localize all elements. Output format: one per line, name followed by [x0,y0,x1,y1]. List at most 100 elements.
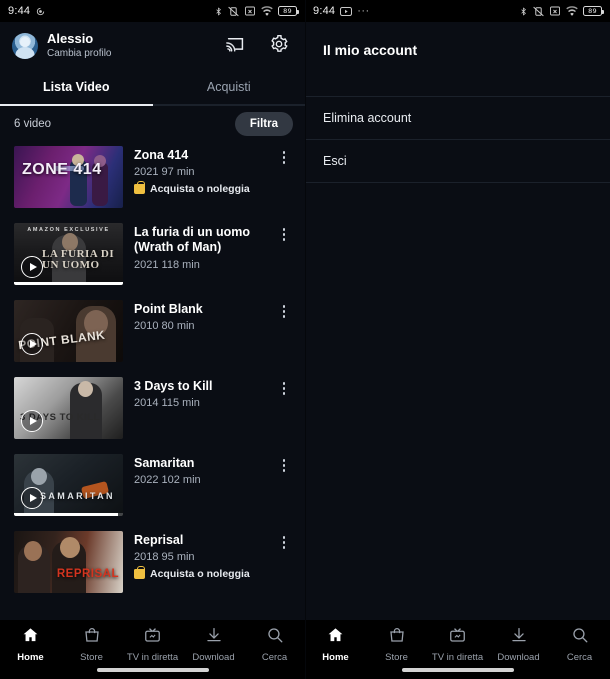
battery-level: 89 [588,6,597,15]
nav-home[interactable]: Home [0,626,61,663]
video-thumbnail[interactable]: AMAZON EXCLUSIVE LA FURIA DI UN UOMO [14,223,123,285]
overflow-menu-button[interactable] [275,377,293,395]
overflow-dots-icon: ··· [357,5,370,17]
no-sim-icon [549,5,561,17]
offer-badge: Acquista o noleggia [134,566,264,580]
library-tabs: Lista Video Acquisti [0,70,305,104]
video-subtitle: 2018 95 min [134,551,195,564]
status-time: 9:44 [313,5,336,17]
change-profile-label[interactable]: Cambia profilo [47,48,111,60]
list-item[interactable]: 3 DAYS TO KILL 3 Days to Kill 2014 115 m… [0,373,305,450]
download-icon [510,626,528,649]
account-empty-area [305,183,610,620]
video-thumbnail[interactable]: POINT BLANK [14,300,123,362]
tab-acquisti-label: Acquisti [206,80,251,94]
filter-button[interactable]: Filtra [234,112,293,136]
profile-header[interactable]: Alessio Cambia profilo [0,22,305,70]
play-icon[interactable] [21,333,43,355]
list-item[interactable]: SAMARITAN Samaritan 2022 102 min [0,450,305,527]
list-item[interactable]: AMAZON EXCLUSIVE LA FURIA DI UN UOMO La … [0,219,305,296]
nav-home-label: Home [17,652,44,663]
nav-download[interactable]: Download [183,626,244,663]
status-bar-right-group: 89 [519,5,604,18]
nav-home[interactable]: Home [305,626,366,663]
nav-search[interactable]: Cerca [549,626,610,663]
video-subtitle: 2010 80 min [134,320,195,333]
video-subtitle: 2014 115 min [134,397,200,410]
home-indicator [401,668,514,672]
vibrate-off-icon [227,5,240,18]
nav-store-label: Store [385,652,408,663]
nav-live-tv-label: TV in diretta [431,652,484,663]
video-title: La furia di un uomo (Wrath of Man) [134,225,250,255]
right-panel-account: 9:44 ··· 89 Il mio account Elimina accou… [305,0,610,679]
video-thumbnail[interactable]: SAMARITAN [14,454,123,516]
video-thumbnail[interactable]: ZONE 414 [14,146,123,208]
tab-lista-video-label: Lista Video [43,80,110,94]
bottom-navigation-left: Home Store TV in diretta Download Cerca [0,620,305,679]
video-title: Zona 414 [134,148,189,162]
nav-search[interactable]: Cerca [244,626,305,663]
tab-lista-video[interactable]: Lista Video [0,70,153,104]
poster-art [14,531,123,593]
home-icon [21,626,40,649]
play-icon[interactable] [21,256,43,278]
nav-live-tv-label: TV in diretta [126,652,179,663]
list-item[interactable]: ZONE 414 Zona 414 2021 97 min Acquista o… [0,142,305,219]
nav-store[interactable]: Store [366,626,427,663]
battery-indicator: 89 [278,6,299,16]
nav-search-label: Cerca [566,652,593,663]
nav-download[interactable]: Download [488,626,549,663]
overflow-menu-button[interactable] [275,223,293,241]
tab-acquisti[interactable]: Acquisti [153,70,306,104]
status-bar-right-panel: 9:44 ··· 89 [305,0,610,22]
status-bar-right-group: 89 [214,5,299,18]
video-title: 3 Days to Kill [134,379,213,393]
shopping-bag-icon [134,566,145,580]
cast-button[interactable] [223,34,247,58]
video-subtitle: 2021 118 min [134,258,200,271]
profile-names: Alessio Cambia profilo [47,31,111,60]
list-item[interactable]: REPRISAL Reprisal 2018 95 min Acquista o… [0,527,305,604]
settings-button[interactable] [267,34,291,58]
dual-pane-screenshot: 9:44 89 Alessio Cambia profilo Lista Vid… [0,0,610,679]
list-item[interactable]: POINT BLANK Point Blank 2010 80 min [0,296,305,373]
video-title: Samaritan [134,456,195,470]
wifi-icon [260,5,274,17]
nav-live-tv[interactable]: TV in diretta [427,626,488,663]
menu-item-sign-out[interactable]: Esci [305,140,610,183]
video-list[interactable]: ZONE 414 Zona 414 2021 97 min Acquista o… [0,142,305,620]
no-sim-icon [244,5,256,17]
overflow-menu-button[interactable] [275,146,293,164]
tv-icon [448,626,467,649]
poster-title-text: SAMARITAN [40,491,115,501]
overflow-menu-button[interactable] [275,454,293,472]
overflow-menu-button[interactable] [275,300,293,318]
menu-item-delete-account-label: Elimina account [323,111,412,125]
bag-icon [83,626,101,649]
cast-icon [225,34,246,58]
tab-underline [0,104,305,106]
wifi-icon [565,5,579,17]
menu-item-sign-out-label: Esci [323,154,347,168]
poster-banner-text: AMAZON EXCLUSIVE [27,227,110,233]
overflow-menu-button[interactable] [275,531,293,549]
bag-icon [388,626,406,649]
nav-live-tv[interactable]: TV in diretta [122,626,183,663]
youtube-play-icon [340,6,353,16]
play-icon[interactable] [21,410,43,432]
status-time: 9:44 [8,5,31,17]
bluetooth-icon [214,5,223,18]
play-icon[interactable] [21,487,43,509]
tv-icon [143,626,162,649]
video-thumbnail[interactable]: REPRISAL [14,531,123,593]
video-thumbnail[interactable]: 3 DAYS TO KILL [14,377,123,439]
poster-title-text: ZONE 414 [22,161,102,178]
menu-item-delete-account[interactable]: Elimina account [305,97,610,140]
nav-store[interactable]: Store [61,626,122,663]
watch-progress-bar [14,282,123,285]
status-bar-left-group: 9:44 ··· [313,5,370,17]
video-meta: Zona 414 2021 97 min Acquista o noleggia [134,146,264,195]
poster-title-text: LA FURIA DI UN UOMO [42,248,115,271]
battery-level: 89 [283,6,292,15]
